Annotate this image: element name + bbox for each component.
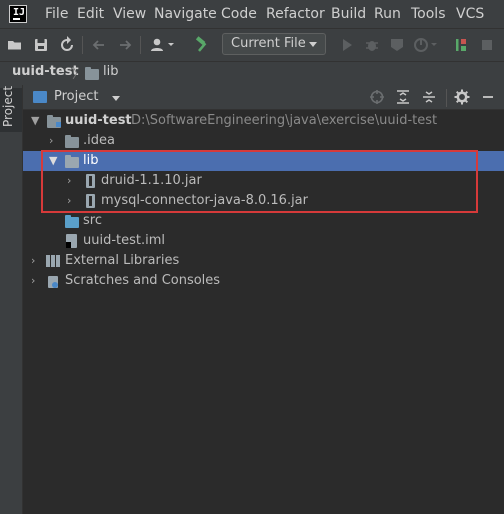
toolbar-separator (446, 89, 447, 107)
back-arrow-icon[interactable] (90, 36, 108, 54)
settings-icon[interactable] (453, 88, 471, 106)
tree-row-external-libraries[interactable]: › External Libraries (23, 251, 504, 271)
library-icon-bar (56, 255, 60, 267)
user-icon[interactable] (148, 36, 178, 54)
chevron-right-icon[interactable]: › (31, 254, 35, 267)
project-tool-window-tab[interactable]: Project (0, 85, 22, 132)
tool-window-stripe (0, 85, 23, 514)
tree-label-idea: .idea (83, 133, 115, 148)
menu-code[interactable]: Code (221, 6, 257, 22)
folder-icon (65, 135, 79, 148)
project-tab-label: Project (1, 85, 15, 127)
tree-label-root: uuid-test (65, 113, 132, 128)
tree-label-iml: uuid-test.iml (83, 233, 166, 248)
iml-badge-icon (66, 242, 71, 248)
chevron-down-icon[interactable]: ▼ (31, 114, 39, 127)
run-coverage-icon[interactable] (452, 36, 470, 54)
hide-icon[interactable] (479, 88, 497, 106)
run-configuration-label: Current File (231, 36, 306, 51)
breadcrumb-project[interactable]: uuid-test (12, 64, 79, 79)
highlight-box (41, 150, 478, 213)
menu-vcs[interactable]: VCS (456, 6, 484, 22)
tree-row-root[interactable]: ▼ uuid-test D:\SoftwareEngineering\java\… (23, 111, 504, 131)
open-folder-icon[interactable] (6, 36, 24, 54)
save-icon[interactable] (32, 36, 50, 54)
expand-all-icon[interactable] (394, 88, 412, 106)
scratches-icon (47, 274, 59, 288)
stop-icon[interactable] (478, 36, 496, 54)
menu-file[interactable]: File (45, 6, 68, 22)
source-folder-icon (65, 215, 79, 228)
intellij-logo-icon: IJ (9, 5, 27, 23)
coverage-icon[interactable] (388, 36, 406, 54)
chevron-right-icon[interactable]: › (31, 274, 35, 287)
breadcrumb-separator: 〉 (72, 67, 86, 82)
menu-navigate[interactable]: Navigate (154, 6, 217, 22)
debug-icon[interactable] (363, 36, 381, 54)
profile-icon[interactable] (412, 36, 438, 54)
toolbar-separator (140, 36, 141, 54)
chevron-right-icon[interactable]: › (49, 134, 53, 147)
tree-row-src[interactable]: src (23, 211, 504, 231)
menu-view[interactable]: View (113, 6, 146, 22)
sync-icon[interactable] (58, 36, 76, 54)
panel-title[interactable]: Project (54, 89, 98, 104)
chevron-down-icon[interactable] (112, 96, 120, 101)
module-badge-icon (56, 122, 61, 127)
menu-tools[interactable]: Tools (411, 6, 446, 22)
project-view-icon (33, 91, 47, 103)
menu-edit[interactable]: Edit (77, 6, 104, 22)
menu-run[interactable]: Run (374, 6, 401, 22)
toolbar-separator (82, 36, 83, 54)
menu-build[interactable]: Build (331, 6, 366, 22)
breadcrumb-lib[interactable]: lib (103, 64, 118, 79)
locate-icon[interactable] (368, 88, 386, 106)
chevron-down-icon (309, 42, 317, 47)
folder-icon (85, 67, 99, 80)
tree-label-scratches: Scratches and Consoles (65, 273, 221, 288)
menu-refactor[interactable]: Refactor (266, 6, 325, 22)
tree-row-scratches[interactable]: › Scratches and Consoles (23, 271, 504, 291)
tree-label-src: src (83, 213, 102, 228)
library-icon (46, 255, 50, 267)
library-icon-bar (51, 255, 55, 267)
run-configuration-dropdown[interactable]: Current File (222, 33, 326, 55)
tree-row-iml[interactable]: uuid-test.iml (23, 231, 504, 251)
tree-row-idea[interactable]: › .idea (23, 131, 504, 151)
run-icon[interactable] (338, 36, 356, 54)
tree-label-external-libraries: External Libraries (65, 253, 180, 268)
hammer-icon[interactable] (193, 36, 211, 54)
tree-root-path: D:\SoftwareEngineering\java\exercise\uui… (131, 113, 438, 128)
collapse-all-icon[interactable] (420, 88, 438, 106)
forward-arrow-icon[interactable] (116, 36, 134, 54)
